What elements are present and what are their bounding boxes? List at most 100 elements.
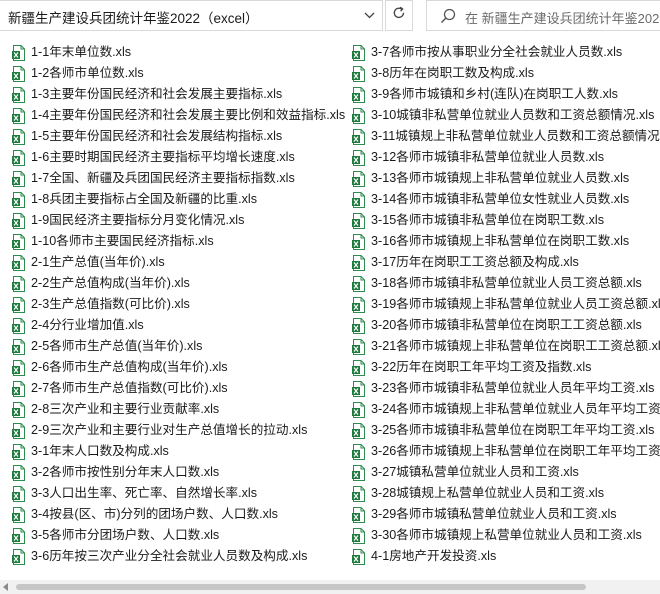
file-name[interactable]: 2-6各师市生产总值构成(当年价).xls: [31, 357, 228, 378]
file-item[interactable]: 2-8三次产业和主要行业贡献率.xls: [12, 399, 352, 420]
file-name[interactable]: 4-1房地产开发投资.xls: [371, 546, 496, 567]
file-item[interactable]: 1-5主要年份国民经济和社会发展结构指标.xls: [12, 126, 352, 147]
file-name[interactable]: 1-2各师市单位数.xls: [31, 63, 144, 84]
file-name[interactable]: 3-19各师市城镇规上非私营单位就业人员工资总额.xls: [371, 294, 660, 315]
file-item[interactable]: 3-17历年在岗职工工资总额及构成.xls: [352, 252, 660, 273]
scrollbar-thumb[interactable]: [16, 584, 586, 590]
file-item[interactable]: 3-27城镇私营单位就业人员和工资.xls: [352, 462, 660, 483]
file-item[interactable]: 3-14各师市城镇非私营单位女性就业人员数.xls: [352, 189, 660, 210]
file-name[interactable]: 3-30各师市城镇规上私营单位就业人员和工资.xls: [371, 525, 642, 546]
address-bar[interactable]: 新疆生产建设兵团统计年鉴2022（excel）: [0, 0, 383, 31]
file-item[interactable]: 3-10城镇非私营单位就业人员数和工资总额情况.xls: [352, 105, 660, 126]
file-name[interactable]: 3-27城镇私营单位就业人员和工资.xls: [371, 462, 579, 483]
file-item[interactable]: 3-16各师市城镇规上非私营单位在岗职工数.xls: [352, 231, 660, 252]
file-name[interactable]: 2-3生产总值指数(可比价).xls: [31, 294, 190, 315]
file-name[interactable]: 3-2各师市按性别分年末人口数.xls: [31, 462, 219, 483]
file-name[interactable]: 3-11城镇规上非私营单位就业人员数和工资总额情况.xls: [371, 126, 660, 147]
file-name[interactable]: 2-8三次产业和主要行业贡献率.xls: [31, 399, 219, 420]
file-item[interactable]: 2-4分行业增加值.xls: [12, 315, 352, 336]
file-name[interactable]: 3-8历年在岗职工数及构成.xls: [371, 63, 534, 84]
file-name[interactable]: 2-4分行业增加值.xls: [31, 315, 144, 336]
file-item[interactable]: 3-15各师市城镇非私营单位在岗职工数.xls: [352, 210, 660, 231]
file-name[interactable]: 1-3主要年份国民经济和社会发展主要指标.xls: [31, 84, 282, 105]
file-item[interactable]: 2-7各师市生产总值指数(可比价).xls: [12, 378, 352, 399]
file-item[interactable]: 1-2各师市单位数.xls: [12, 63, 352, 84]
file-item[interactable]: 3-13各师市城镇规上非私营单位就业人员数.xls: [352, 168, 660, 189]
file-name[interactable]: 2-7各师市生产总值指数(可比价).xls: [31, 378, 228, 399]
file-name[interactable]: 3-12各师市城镇非私营单位就业人员数.xls: [371, 147, 604, 168]
file-name[interactable]: 2-2生产总值构成(当年价).xls: [31, 273, 190, 294]
file-item[interactable]: 1-1年末单位数.xls: [12, 42, 352, 63]
file-item[interactable]: 1-10各师市主要国民经济指标.xls: [12, 231, 352, 252]
file-item[interactable]: 2-9三次产业和主要行业对生产总值增长的拉动.xls: [12, 420, 352, 441]
file-item[interactable]: 2-5各师市生产总值(当年价).xls: [12, 336, 352, 357]
file-name[interactable]: 1-7全国、新疆及兵团国民经济主要指标指数.xls: [31, 168, 295, 189]
file-item[interactable]: 3-26各师市城镇规上非私营单位在岗职工年平均工资.xls: [352, 441, 660, 462]
address-path[interactable]: 新疆生产建设兵团统计年鉴2022（excel）: [8, 7, 259, 27]
file-item[interactable]: 1-4主要年份国民经济和社会发展主要比例和效益指标.xls: [12, 105, 352, 126]
file-name[interactable]: 3-9各师市城镇和乡村(连队)在岗职工人数.xls: [371, 84, 618, 105]
file-name[interactable]: 3-5各师市分团场户数、人口数.xls: [31, 525, 219, 546]
file-item[interactable]: 3-20各师市城镇非私营单位在岗职工工资总额.xls: [352, 315, 660, 336]
file-name[interactable]: 3-4按县(区、市)分列的团场户数、人口数.xls: [31, 504, 278, 525]
file-name[interactable]: 3-17历年在岗职工工资总额及构成.xls: [371, 252, 579, 273]
file-item[interactable]: 3-5各师市分团场户数、人口数.xls: [12, 525, 352, 546]
file-name[interactable]: 2-1生产总值(当年价).xls: [31, 252, 165, 273]
search-input[interactable]: 在 新疆生产建设兵团统计年鉴202...: [465, 8, 660, 27]
file-name[interactable]: 3-24各师市城镇规上非私营单位就业人员年平均工资.xls: [371, 399, 660, 420]
file-name[interactable]: 3-6历年按三次产业分全社会就业人员数及构成.xls: [31, 546, 307, 567]
file-item[interactable]: 1-9国民经济主要指标分月变化情况.xls: [12, 210, 352, 231]
file-name[interactable]: 3-26各师市城镇规上非私营单位在岗职工年平均工资.xls: [371, 441, 660, 462]
file-item[interactable]: 3-23各师市城镇非私营单位就业人员年平均工资.xls: [352, 378, 660, 399]
file-item[interactable]: 3-9各师市城镇和乡村(连队)在岗职工人数.xls: [352, 84, 660, 105]
file-name[interactable]: 2-5各师市生产总值(当年价).xls: [31, 336, 202, 357]
file-item[interactable]: 2-1生产总值(当年价).xls: [12, 252, 352, 273]
file-name[interactable]: 3-18各师市城镇非私营单位就业人员工资总额.xls: [371, 273, 642, 294]
file-item[interactable]: 3-4按县(区、市)分列的团场户数、人口数.xls: [12, 504, 352, 525]
file-name[interactable]: 3-25各师市城镇非私营单位在岗职工年平均工资.xls: [371, 420, 654, 441]
file-name[interactable]: 1-10各师市主要国民经济指标.xls: [31, 231, 214, 252]
refresh-button[interactable]: [385, 0, 413, 31]
file-item[interactable]: 3-6历年按三次产业分全社会就业人员数及构成.xls: [12, 546, 352, 567]
file-item[interactable]: 3-11城镇规上非私营单位就业人员数和工资总额情况.xls: [352, 126, 660, 147]
file-item[interactable]: 3-29各师市城镇私营单位就业人员和工资.xls: [352, 504, 660, 525]
file-name[interactable]: 3-15各师市城镇非私营单位在岗职工数.xls: [371, 210, 604, 231]
file-name[interactable]: 3-28城镇规上私营单位就业人员和工资.xls: [371, 483, 604, 504]
search-box[interactable]: 在 新疆生产建设兵团统计年鉴202...: [426, 0, 660, 31]
file-name[interactable]: 3-10城镇非私营单位就业人员数和工资总额情况.xls: [371, 105, 654, 126]
file-item[interactable]: 3-7各师市按从事职业分全社会就业人员数.xls: [352, 42, 660, 63]
file-item[interactable]: 3-1年末人口数及构成.xls: [12, 441, 352, 462]
file-name[interactable]: 3-29各师市城镇私营单位就业人员和工资.xls: [371, 504, 617, 525]
file-name[interactable]: 2-9三次产业和主要行业对生产总值增长的拉动.xls: [31, 420, 307, 441]
file-item[interactable]: 2-2生产总值构成(当年价).xls: [12, 273, 352, 294]
file-item[interactable]: 3-25各师市城镇非私营单位在岗职工年平均工资.xls: [352, 420, 660, 441]
file-name[interactable]: 3-21各师市城镇规上非私营单位在岗职工工资总额.xls: [371, 336, 660, 357]
file-name[interactable]: 1-4主要年份国民经济和社会发展主要比例和效益指标.xls: [31, 105, 345, 126]
file-item[interactable]: 3-24各师市城镇规上非私营单位就业人员年平均工资.xls: [352, 399, 660, 420]
file-item[interactable]: 2-3生产总值指数(可比价).xls: [12, 294, 352, 315]
horizontal-scrollbar[interactable]: [0, 580, 660, 594]
file-item[interactable]: 3-28城镇规上私营单位就业人员和工资.xls: [352, 483, 660, 504]
file-name[interactable]: 3-13各师市城镇规上非私营单位就业人员数.xls: [371, 168, 629, 189]
scroll-left-icon[interactable]: [3, 583, 8, 591]
file-item[interactable]: 1-7全国、新疆及兵团国民经济主要指标指数.xls: [12, 168, 352, 189]
file-item[interactable]: 1-8兵团主要指标占全国及新疆的比重.xls: [12, 189, 352, 210]
file-item[interactable]: 3-8历年在岗职工数及构成.xls: [352, 63, 660, 84]
file-item[interactable]: 3-21各师市城镇规上非私营单位在岗职工工资总额.xls: [352, 336, 660, 357]
file-name[interactable]: 3-23各师市城镇非私营单位就业人员年平均工资.xls: [371, 378, 654, 399]
file-name[interactable]: 1-8兵团主要指标占全国及新疆的比重.xls: [31, 189, 257, 210]
file-item[interactable]: 3-2各师市按性别分年末人口数.xls: [12, 462, 352, 483]
file-item[interactable]: 3-12各师市城镇非私营单位就业人员数.xls: [352, 147, 660, 168]
chevron-down-icon[interactable]: [357, 1, 381, 30]
file-name[interactable]: 3-22历年在岗职工年平均工资及指数.xls: [371, 357, 591, 378]
file-name[interactable]: 3-14各师市城镇非私营单位女性就业人员数.xls: [371, 189, 629, 210]
file-item[interactable]: 3-22历年在岗职工年平均工资及指数.xls: [352, 357, 660, 378]
file-name[interactable]: 1-9国民经济主要指标分月变化情况.xls: [31, 210, 244, 231]
file-item[interactable]: 3-19各师市城镇规上非私营单位就业人员工资总额.xls: [352, 294, 660, 315]
file-name[interactable]: 1-6主要时期国民经济主要指标平均增长速度.xls: [31, 147, 295, 168]
file-name[interactable]: 3-1年末人口数及构成.xls: [31, 441, 169, 462]
file-name[interactable]: 1-1年末单位数.xls: [31, 42, 131, 63]
file-item[interactable]: 4-1房地产开发投资.xls: [352, 546, 660, 567]
file-name[interactable]: 3-16各师市城镇规上非私营单位在岗职工数.xls: [371, 231, 629, 252]
file-item[interactable]: 3-3人口出生率、死亡率、自然增长率.xls: [12, 483, 352, 504]
